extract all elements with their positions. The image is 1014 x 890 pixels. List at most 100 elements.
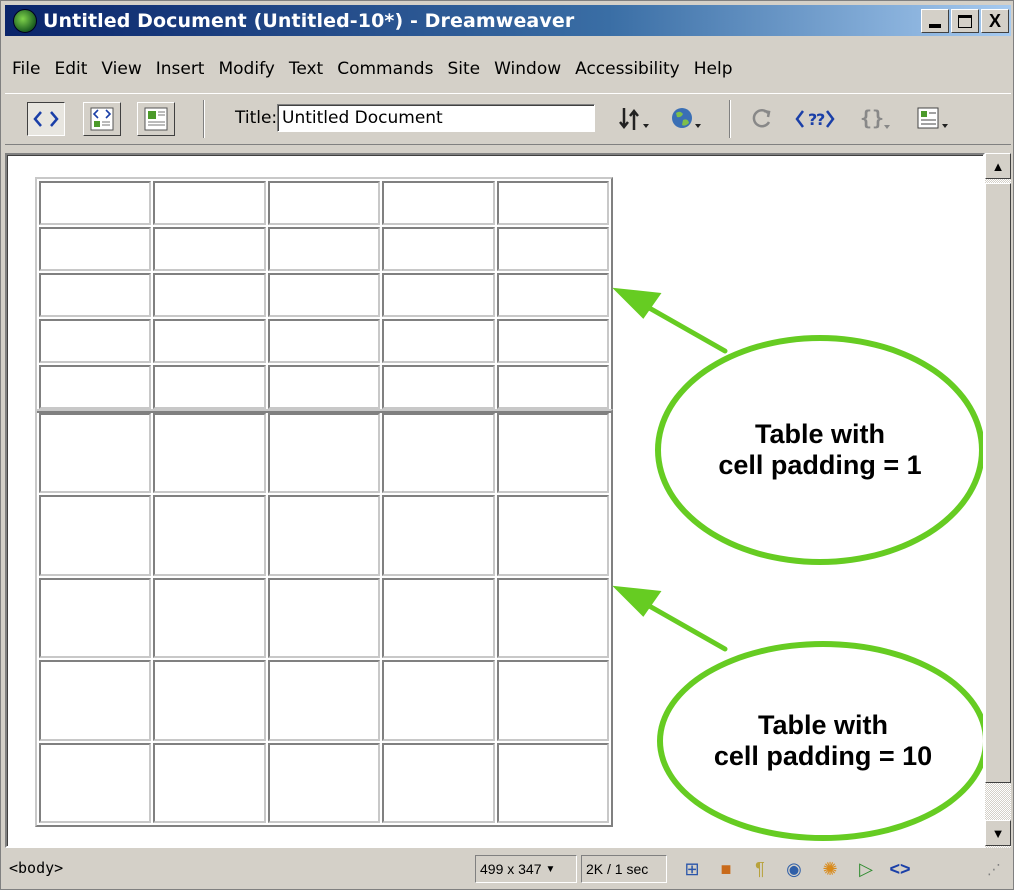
table-cell[interactable] [382,365,495,409]
table-cell[interactable] [382,181,495,225]
table-cell[interactable] [267,577,381,659]
design-view-button[interactable] [137,102,175,136]
menu-view[interactable]: View [94,59,148,79]
behaviors-icon: ◉ [786,858,802,879]
menu-help[interactable]: Help [687,59,740,79]
window-controls: X [921,9,1009,33]
close-button[interactable]: X [981,9,1009,33]
behaviors-button[interactable]: ◉ [781,857,807,881]
site-map-button[interactable]: ⊞ [679,857,705,881]
table-cell[interactable] [382,495,495,576]
preview-browser-button[interactable] [669,104,705,134]
settings-button[interactable]: ✺ [817,857,843,881]
design-view-canvas[interactable]: Table with cell padding = 1 Table with c… [5,153,985,848]
table-cell[interactable] [496,495,609,576]
table-cellpadding-10[interactable] [35,409,613,827]
table-cell[interactable] [153,495,266,576]
menu-commands[interactable]: Commands [330,59,440,79]
menu-modify[interactable]: Modify [211,59,281,79]
css-styles-button[interactable]: ¶ [747,857,773,881]
table-cell[interactable] [267,413,381,494]
table-cell[interactable] [496,319,609,363]
vertical-scrollbar[interactable]: ▲ ▼ [985,153,1011,848]
view-options-button[interactable] [913,104,953,134]
callout-large-text: Table with cell padding = 10 [713,709,933,771]
tag-selector-body[interactable]: <body> [9,859,63,877]
table-cell[interactable] [382,273,495,317]
title-bar[interactable]: Untitled Document (Untitled-10*) - Dream… [5,5,1011,36]
table-cell[interactable] [496,365,609,409]
table-cell[interactable] [39,319,152,363]
table-cell[interactable] [382,319,495,363]
table-cell[interactable] [382,227,495,271]
menu-edit[interactable]: Edit [47,59,94,79]
table-cell[interactable] [39,742,152,823]
code-navigation-icon: {} [860,107,890,130]
table-cell[interactable] [382,660,495,741]
table-cell[interactable] [153,365,266,409]
table-cell[interactable] [153,319,266,363]
table-cell[interactable] [382,742,495,823]
code-view-button[interactable] [27,102,65,136]
play-button[interactable]: ▷ [853,857,879,881]
table-cell[interactable] [39,660,152,741]
table-cell[interactable] [496,181,609,225]
code-navigation-button[interactable]: {} [857,104,893,134]
code-inspector-button[interactable]: <> [887,857,913,881]
table-cell[interactable] [496,742,609,823]
assets-button[interactable]: ■ [713,857,739,881]
table-cell[interactable] [382,413,495,494]
css-styles-icon: ¶ [755,858,765,879]
split-view-button[interactable] [83,102,121,136]
callout-cellpadding-10: Table with cell padding = 10 [657,641,983,841]
table-cell[interactable] [153,413,266,494]
scroll-thumb[interactable] [985,183,1011,783]
menu-insert[interactable]: Insert [149,59,212,79]
menu-text[interactable]: Text [282,59,330,79]
file-management-button[interactable] [617,104,653,134]
table-cell[interactable] [267,227,381,271]
table-cell[interactable] [267,181,381,225]
refresh-button[interactable] [747,104,777,134]
table-cell[interactable] [39,227,152,271]
table-cellpadding-1[interactable] [35,177,613,413]
table-cell[interactable] [39,577,152,659]
table-cell[interactable] [153,660,266,741]
menu-accessibility[interactable]: Accessibility [568,59,687,79]
table-cell[interactable] [267,273,381,317]
scroll-up-button[interactable]: ▲ [985,153,1011,179]
table-cell[interactable] [496,227,609,271]
reference-button[interactable]: ?? [795,104,835,134]
table-cell[interactable] [39,181,152,225]
table-cell[interactable] [267,495,381,576]
table-cell[interactable] [153,742,266,823]
table-cell[interactable] [496,273,609,317]
maximize-button[interactable] [951,9,979,33]
table-cell[interactable] [382,577,495,659]
table-cell[interactable] [39,495,152,576]
table-cell[interactable] [267,742,381,823]
window-size-selector[interactable]: 499 x 347 ▼ [475,855,577,883]
menu-site[interactable]: Site [440,59,487,79]
table-cell[interactable] [153,273,266,317]
table-cell[interactable] [39,273,152,317]
table-cell[interactable] [153,227,266,271]
table-cell[interactable] [267,660,381,741]
table-cell[interactable] [267,319,381,363]
table-cell[interactable] [153,577,266,659]
table-cell[interactable] [267,365,381,409]
title-input[interactable] [277,104,595,132]
table-cell[interactable] [496,660,609,741]
resize-grip[interactable]: ⋰ [981,857,1007,881]
table-cell[interactable] [39,413,152,494]
table-cell[interactable] [39,365,152,409]
table-row [39,319,609,363]
table-cell[interactable] [153,181,266,225]
menu-window[interactable]: Window [487,59,568,79]
menu-file[interactable]: File [5,59,47,79]
table-cell[interactable] [496,577,609,659]
scroll-down-button[interactable]: ▼ [985,820,1011,846]
table-cell[interactable] [496,413,609,494]
minimize-button[interactable] [921,9,949,33]
svg-text:?: ? [816,110,825,129]
